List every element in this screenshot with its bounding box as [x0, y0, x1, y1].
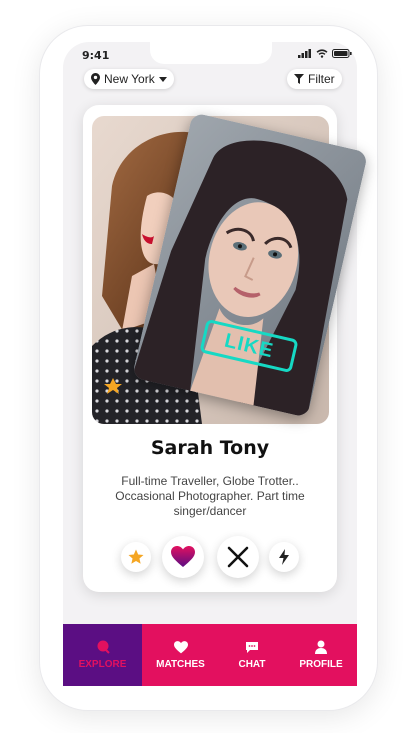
profile-name: Sarah Tony: [150, 437, 270, 459]
tab-explore-label: EXPLORE: [78, 659, 127, 670]
tab-chat[interactable]: CHAT: [219, 624, 285, 686]
location-label: New York: [104, 72, 155, 86]
tab-profile[interactable]: PROFILE: [285, 624, 357, 686]
star-icon: [128, 549, 144, 564]
filter-icon: [294, 74, 304, 84]
profile-icon: [315, 640, 327, 654]
location-pin-icon: [91, 73, 100, 85]
status-icons: [298, 49, 352, 58]
tab-chat-label: CHAT: [238, 658, 266, 670]
tab-matches[interactable]: MATCHES: [142, 624, 219, 686]
chevron-down-icon: [158, 76, 167, 82]
close-icon: [227, 546, 249, 568]
profile-bio: Full-time Traveller, Globe Trotter.. Occ…: [115, 474, 305, 518]
bottom-navigation: EXPLORE MATCHES CHAT PROFILE: [63, 624, 357, 686]
explore-icon: [97, 640, 110, 654]
filter-label: Filter: [308, 72, 335, 86]
battery-icon: [332, 49, 352, 58]
phone-notch: [150, 42, 272, 64]
lightning-icon: [279, 549, 289, 565]
dislike-button[interactable]: [217, 536, 259, 578]
location-selector[interactable]: New York: [84, 69, 174, 89]
heart-icon: [173, 640, 188, 653]
tab-explore[interactable]: EXPLORE: [63, 624, 142, 686]
tab-profile-label: PROFILE: [299, 659, 343, 670]
heart-icon: [171, 546, 195, 567]
wifi-icon: [316, 49, 328, 58]
chat-icon: [246, 641, 258, 653]
superlike-button[interactable]: [121, 542, 151, 572]
like-button[interactable]: [162, 536, 204, 578]
status-time: 9:41: [82, 49, 110, 62]
filter-button[interactable]: Filter: [287, 69, 342, 89]
boost-button[interactable]: [269, 542, 299, 572]
signal-icon: [298, 49, 311, 58]
tab-matches-label: MATCHES: [156, 658, 205, 670]
